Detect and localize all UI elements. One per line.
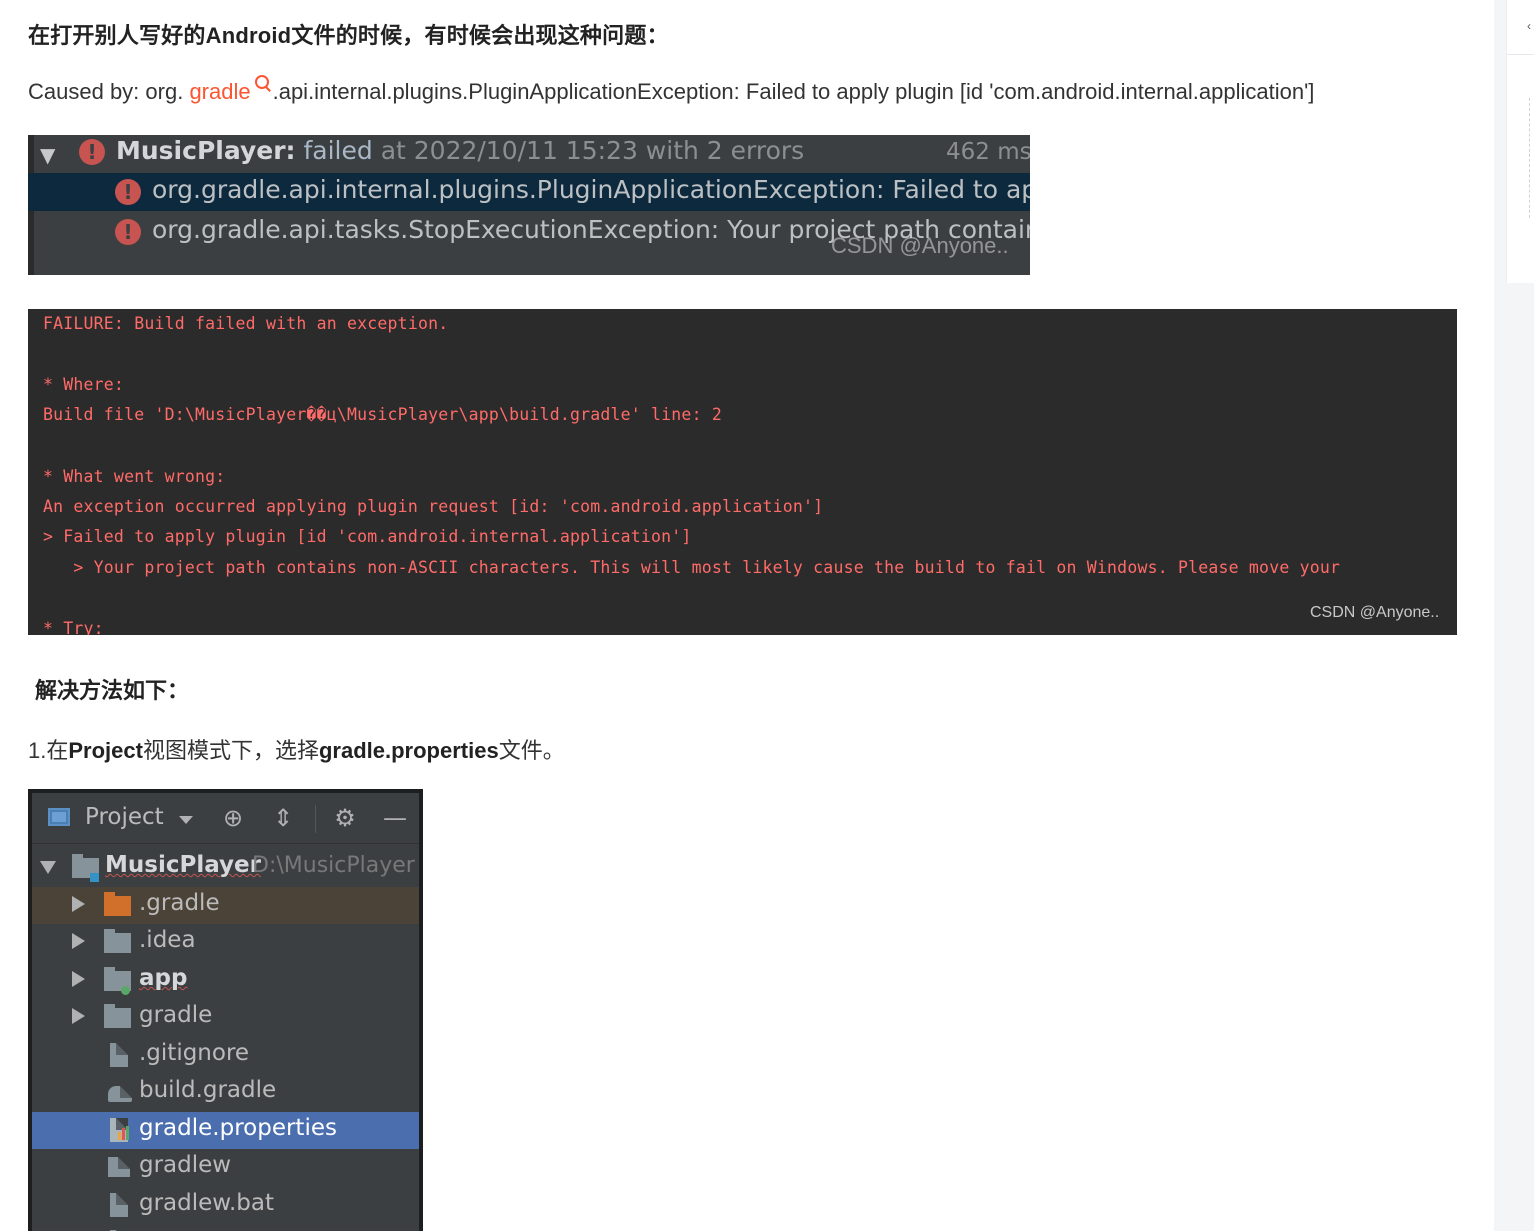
project-tool-window: Project ⊕ ⇕ ⚙ — MusicPlayer D:\MusicPlay… [32, 793, 419, 1231]
folder-orange-icon [104, 892, 131, 916]
properties-bars-icon [118, 1126, 130, 1140]
build-project-name: MusicPlayer: [116, 136, 296, 165]
tree-item-label: gradle [139, 1002, 213, 1028]
error-icon: ! [115, 219, 141, 245]
solution-heading: 解决方法如下： [35, 678, 190, 703]
right-panel-outline [1529, 98, 1534, 218]
tree-item-label: .gradle [139, 890, 220, 916]
step1-bold-file: gradle.properties [318, 738, 499, 763]
page: ‹ 在打开别人写好的Android文件的时候，有时候会出现这种问题： Cause… [0, 0, 1534, 1231]
module-badge-icon [90, 873, 99, 882]
console-line: > Your project path contains non-ASCII c… [43, 558, 1341, 577]
tree-item[interactable]: gradlew [32, 1149, 419, 1186]
step1-suffix: 文件。 [498, 738, 565, 763]
collapsed-arrow-icon[interactable] [72, 896, 85, 912]
folder-icon [104, 1004, 131, 1028]
build-error-text: org.gradle.api.internal.plugins.PluginAp… [152, 175, 1030, 204]
toolbar-divider [315, 805, 316, 833]
console-line: An exception occurred applying plugin re… [43, 497, 824, 516]
tree-root-name: MusicPlayer [105, 852, 261, 878]
step1-paragraph: 1.在Project视图模式下，选择gradle.properties文件。 [28, 733, 565, 765]
folder-icon [104, 929, 131, 953]
chevron-down-icon[interactable] [179, 816, 193, 824]
gradle-elephant-icon [108, 1086, 132, 1102]
tree-item-partial[interactable] [32, 1224, 419, 1231]
tree-item[interactable]: .gradle [32, 887, 419, 924]
watermark: CSDN @Anyone.. [1310, 604, 1440, 621]
script-file-icon [108, 1157, 130, 1177]
collapsed-arrow-icon[interactable] [72, 1008, 85, 1024]
console-screenshot: FAILURE: Build failed with an exception.… [28, 309, 1457, 635]
expand-arrow-icon[interactable] [40, 861, 56, 874]
collapse-icon[interactable]: ⇕ [268, 805, 298, 831]
tree-root-path: D:\MusicPlayer [252, 853, 415, 878]
gear-icon[interactable]: ⚙ [330, 805, 360, 831]
step1-prefix: 1.在 [28, 738, 69, 763]
gradle-keyword-link[interactable]: gradle [189, 79, 250, 104]
expand-arrow-icon: ▼ [40, 143, 56, 167]
console-line: * Where: [43, 375, 125, 394]
tree-item[interactable]: gradlew.bat [32, 1187, 419, 1224]
tree-item-label: .gitignore [139, 1040, 250, 1066]
locate-icon[interactable]: ⊕ [218, 805, 248, 831]
tree-item-selected[interactable]: gradle.properties [32, 1112, 419, 1149]
tree-item[interactable]: .gitignore [32, 1037, 419, 1074]
bat-file-icon [110, 1193, 128, 1217]
build-summary-row: ▼ ! MusicPlayer: failed at 2022/10/11 15… [28, 135, 1030, 175]
step1-bold-project: Project [68, 738, 143, 763]
minimize-icon[interactable]: — [380, 805, 410, 831]
module-badge-icon [121, 986, 130, 995]
console-line: > Failed to apply plugin [id 'com.androi… [43, 527, 692, 546]
error-icon: ! [79, 139, 105, 165]
step1-mid: 视图模式下，选择 [142, 738, 319, 763]
search-icon[interactable] [251, 73, 273, 95]
error-icon: ! [115, 179, 141, 205]
tree-item[interactable]: .idea [32, 924, 419, 961]
tree-item-label: gradle.properties [139, 1115, 337, 1141]
build-duration: 462 ms [946, 139, 1030, 165]
right-panel-divider [1506, 54, 1534, 55]
collapsed-arrow-icon[interactable] [72, 933, 85, 949]
caused-suffix: .api.internal.plugins.PluginApplicationE… [272, 79, 1315, 104]
tree-item[interactable]: gradle [32, 999, 419, 1036]
build-summary-text: MusicPlayer: failed at 2022/10/11 15:23 … [116, 136, 804, 165]
project-toolbar: Project ⊕ ⇕ ⚙ — [32, 793, 419, 844]
tree-item-label: build.gradle [139, 1077, 277, 1103]
console-line: Build file 'D:\MusicPlayer��ц\MusicPlaye… [43, 405, 722, 424]
build-panel-screenshot: ▼ ! MusicPlayer: failed at 2022/10/11 15… [28, 135, 1030, 275]
tree-item-label: app [139, 965, 188, 991]
watermark: CSDN @Anyone.. [831, 233, 1009, 258]
build-status: failed [295, 136, 373, 165]
build-error-row: ! org.gradle.api.internal.plugins.Plugin… [28, 173, 1030, 211]
console-line: * Try: [43, 619, 104, 635]
caused-by-paragraph: Caused by: org. gradle .api.internal.plug… [28, 75, 1315, 105]
collapse-icon[interactable]: ‹ [1527, 20, 1533, 32]
ignore-file-icon [110, 1043, 128, 1067]
caused-prefix: Caused by: org. [28, 79, 184, 104]
project-view-label[interactable]: Project [85, 804, 164, 830]
console-line: * What went wrong: [43, 467, 226, 486]
collapsed-arrow-icon[interactable] [72, 971, 85, 987]
tree-root-row[interactable]: MusicPlayer D:\MusicPlayer [32, 849, 419, 886]
build-meta: at 2022/10/11 15:23 with 2 errors [372, 136, 805, 165]
tree-item[interactable]: build.gradle [32, 1074, 419, 1111]
tree-item[interactable]: app [32, 962, 419, 999]
console-line: FAILURE: Build failed with an exception. [43, 314, 449, 333]
tree-item-label: .idea [139, 927, 196, 953]
project-window-icon [48, 808, 70, 826]
intro-heading: 在打开别人写好的Android文件的时候，有时候会出现这种问题： [28, 23, 669, 48]
tree-item-label: gradlew [139, 1152, 232, 1178]
tree-item-label: gradlew.bat [139, 1190, 275, 1216]
project-view-screenshot: Project ⊕ ⇕ ⚙ — MusicPlayer D:\MusicPlay… [28, 789, 423, 1231]
